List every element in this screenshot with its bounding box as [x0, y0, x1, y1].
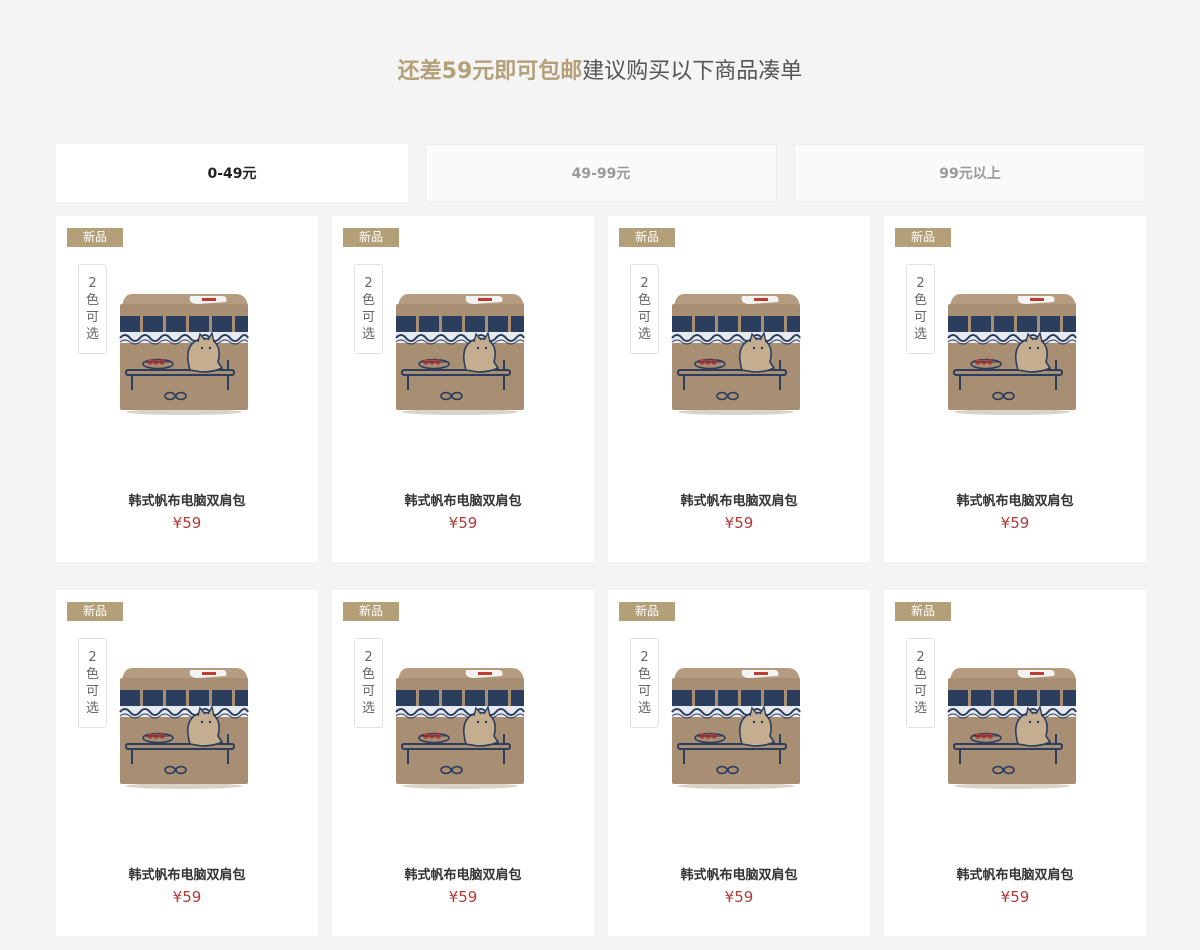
product-card[interactable]: 新品 2 色可选 韩式帆布电脑双肩包 ¥59: [608, 216, 870, 562]
product-price: ¥59: [1000, 888, 1030, 906]
color-options-char: 可: [85, 310, 99, 325]
color-options-char: 2: [916, 650, 925, 665]
color-options-tag: 2 色可选: [354, 638, 383, 728]
color-options-tag: 2 色可选: [630, 638, 659, 728]
color-options-char: 色: [361, 293, 375, 308]
product-name[interactable]: 韩式帆布电脑双肩包: [608, 490, 870, 509]
new-badge: 新品: [343, 602, 399, 621]
product-image[interactable]: [394, 660, 528, 790]
new-badge: 新品: [67, 602, 123, 621]
product-name[interactable]: 韩式帆布电脑双肩包: [332, 864, 594, 883]
color-options-char: 选: [85, 701, 99, 716]
color-options-char: 色: [85, 293, 99, 308]
tab-49-99[interactable]: 49-99元: [425, 144, 777, 202]
color-options-tag: 2 色可选: [630, 264, 659, 354]
color-options-char: 色: [637, 667, 651, 682]
page: 还差59元即可包邮建议购买以下商品凑单 0-49元 49-99元 99元以上 新…: [0, 0, 1200, 950]
product-image[interactable]: [118, 286, 252, 416]
product-image[interactable]: [118, 660, 252, 790]
color-options-char: 色: [85, 667, 99, 682]
tab-0-49[interactable]: 0-49元: [56, 144, 408, 202]
product-image[interactable]: [946, 286, 1080, 416]
color-options-char: 可: [913, 310, 927, 325]
product-name[interactable]: 韩式帆布电脑双肩包: [56, 490, 318, 509]
product-price: ¥59: [1000, 514, 1030, 532]
color-options-char: 可: [637, 684, 651, 699]
color-options-tag: 2 色可选: [354, 264, 383, 354]
product-card[interactable]: 新品 2 色可选 韩式帆布电脑双肩包 ¥59: [56, 216, 318, 562]
color-options-tag: 2 色可选: [906, 264, 935, 354]
color-options-char: 选: [913, 701, 927, 716]
color-options-char: 选: [85, 327, 99, 342]
color-options-char: 可: [361, 684, 375, 699]
product-name[interactable]: 韩式帆布电脑双肩包: [884, 490, 1146, 509]
color-options-char: 选: [361, 327, 375, 342]
color-options-tag: 2 色可选: [78, 638, 107, 728]
product-grid: 新品 2 色可选 韩式帆布电脑双肩包 ¥59 新品 2 色 可 选 韩式帆布电脑…: [56, 216, 1146, 936]
free-shipping-amount: 还差59元即可包邮: [397, 59, 583, 84]
product-price: ¥59: [448, 888, 478, 906]
color-options-tag: 2 色可选: [906, 638, 935, 728]
free-shipping-headline: 还差59元即可包邮建议购买以下商品凑单: [0, 56, 1200, 88]
color-options-char: 可: [85, 684, 99, 699]
new-badge: 新品: [619, 602, 675, 621]
color-options-char: 色: [913, 293, 927, 308]
product-name[interactable]: 韩式帆布电脑双肩包: [332, 490, 594, 509]
color-options-char: 2: [916, 276, 925, 291]
product-name[interactable]: 韩式帆布电脑双肩包: [608, 864, 870, 883]
color-options-char: 色: [913, 667, 927, 682]
color-options-tag: 2 色可选: [78, 264, 107, 354]
product-price: ¥59: [448, 514, 478, 532]
color-options-char: 可: [361, 310, 375, 325]
product-image[interactable]: [394, 286, 528, 416]
product-price: ¥59: [172, 514, 202, 532]
product-card[interactable]: 新品 2 色可选 韩式帆布电脑双肩包 ¥59: [884, 216, 1146, 562]
new-badge: 新品: [895, 602, 951, 621]
color-options-char: 可: [913, 684, 927, 699]
product-card[interactable]: 新品 2 色可选 韩式帆布电脑双肩包 ¥59: [884, 590, 1146, 936]
color-options-char: 2: [640, 650, 649, 665]
tab-99-plus[interactable]: 99元以上: [794, 144, 1146, 202]
product-price: ¥59: [724, 514, 754, 532]
product-image[interactable]: [670, 286, 804, 416]
product-card[interactable]: 新品 2 色可选 韩式帆布电脑双肩包 ¥59: [332, 590, 594, 936]
product-image[interactable]: [670, 660, 804, 790]
new-badge: 新品: [619, 228, 675, 247]
color-options-char: 选: [913, 327, 927, 342]
product-name[interactable]: 韩式帆布电脑双肩包: [884, 864, 1146, 883]
color-options-char: 选: [637, 327, 651, 342]
color-options-char: 选: [361, 701, 375, 716]
product-price: ¥59: [724, 888, 754, 906]
price-range-tabs: 0-49元 49-99元 99元以上: [56, 144, 1146, 202]
color-options-char: 2: [88, 276, 97, 291]
product-name[interactable]: 韩式帆布电脑双肩包: [56, 864, 318, 883]
color-options-char: 2: [364, 276, 373, 291]
color-options-char: 2: [88, 650, 97, 665]
product-card[interactable]: 新品 2 色可选 韩式帆布电脑双肩包 ¥59: [56, 590, 318, 936]
color-options-char: 色: [361, 667, 375, 682]
product-price: ¥59: [172, 888, 202, 906]
new-badge: 新品: [895, 228, 951, 247]
color-options-char: 可: [637, 310, 651, 325]
product-card[interactable]: 新品 2 色可选 韩式帆布电脑双肩包 ¥59: [608, 590, 870, 936]
product-card[interactable]: 新品 2 色可选 韩式帆布电脑双肩包 ¥59: [332, 216, 594, 562]
product-image[interactable]: [946, 660, 1080, 790]
color-options-char: 选: [637, 701, 651, 716]
free-shipping-suggestion: 建议购买以下商品凑单: [582, 59, 803, 84]
color-options-char: 2: [364, 650, 373, 665]
color-options-char: 色: [637, 293, 651, 308]
color-options-char: 2: [640, 276, 649, 291]
new-badge: 新品: [67, 228, 123, 247]
new-badge: 新品: [343, 228, 399, 247]
